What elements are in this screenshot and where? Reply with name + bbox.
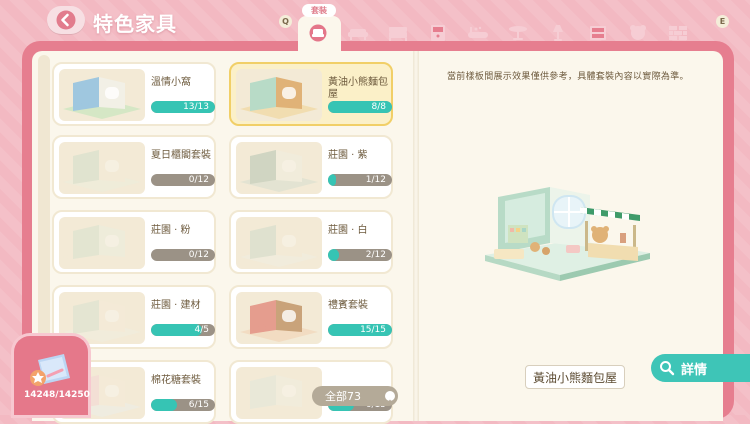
wall-tile-icon: [669, 26, 687, 40]
suit-thumbnail: [236, 142, 322, 194]
tab-cabinet[interactable]: [418, 18, 458, 48]
suit-thumbnail: [236, 217, 322, 269]
bed-icon: [389, 27, 407, 41]
filter-label: 全部73: [325, 390, 361, 403]
suit-progress-bar: 13/13: [151, 101, 215, 113]
tab-tv-cabinet[interactable]: [578, 18, 618, 48]
furniture-tag-icon: [30, 354, 70, 386]
suit-thumbnail: [59, 217, 145, 269]
tab-round-table[interactable]: [498, 18, 538, 48]
suit-card-name: 莊園 · 粉: [151, 225, 191, 236]
suit-progress-bar: 1/12: [328, 174, 392, 186]
suit-card[interactable]: 黃油小熊麵包屋 8/8: [229, 62, 393, 126]
key-hint-e: E: [716, 15, 729, 28]
back-button[interactable]: [47, 6, 85, 34]
suit-card[interactable]: 莊園 · 紫 1/12: [229, 135, 393, 199]
collection-counter-value: 14248/14250: [24, 390, 90, 400]
cabinet-icon: [431, 25, 445, 41]
preview-note: 當前樣板間展示效果僅供參考，具體套裝內容以實際為準。: [447, 72, 689, 82]
filter-arrow-icon: [385, 391, 395, 403]
suit-card-name: 棉花糖套裝: [151, 375, 201, 386]
suit-thumbnail: [236, 69, 322, 121]
suit-progress-bar: 0/12: [151, 174, 215, 186]
tab-suit-set[interactable]: [298, 18, 338, 48]
key-hint-q: Q: [279, 15, 292, 28]
suit-progress-count: 0/12: [188, 175, 209, 185]
tab-bed[interactable]: [378, 18, 418, 48]
tab-bathtub[interactable]: [458, 18, 498, 48]
suit-card-name: 莊園 · 白: [328, 225, 368, 236]
suit-card[interactable]: 禮賓套裝 15/15: [229, 285, 393, 349]
bathtub-icon: [468, 26, 488, 38]
tv-cabinet-icon: [590, 26, 606, 40]
suit-progress-bar: 15/15: [328, 324, 392, 336]
suit-progress-fill: [328, 174, 336, 186]
suit-progress-count: 6/15: [188, 400, 209, 410]
detail-button-label: 詳情: [681, 362, 708, 378]
suit-card[interactable]: 溫情小窩 13/13: [52, 62, 216, 126]
page-title: 特色家具: [93, 12, 177, 36]
suit-progress-bar: 4/5: [151, 324, 215, 336]
suit-card-name: 莊園 · 紫: [328, 150, 368, 161]
suit-thumbnail: [59, 69, 145, 121]
suit-progress-fill: [151, 399, 177, 411]
suit-progress-fill: [328, 249, 339, 261]
suit-preview-image: [485, 187, 650, 281]
suit-progress-count: 1/12: [365, 175, 386, 185]
tab-wall-tile[interactable]: [658, 18, 698, 48]
sofa-icon: [348, 29, 368, 40]
back-arrow-icon: [56, 10, 76, 30]
suit-progress-count: 4/5: [194, 325, 209, 335]
suit-card[interactable]: 莊園 · 白 2/12: [229, 210, 393, 274]
round-table-icon: [509, 26, 527, 40]
suit-thumbnail: [236, 367, 322, 419]
suit-card-name: 黃油小熊麵包屋: [328, 77, 388, 100]
suit-set-icon: [309, 24, 327, 42]
suit-card-name: 夏日櫃閣套裝: [151, 150, 211, 161]
collection-counter-panel: [14, 336, 88, 415]
lamp-icon: [553, 25, 563, 41]
teddy-bear-icon: [630, 25, 646, 40]
suit-progress-count: 13/13: [183, 102, 209, 112]
suit-thumbnail: [59, 142, 145, 194]
suit-card-name: 溫情小窩: [151, 77, 191, 88]
suit-progress-bar: 2/12: [328, 249, 392, 261]
suit-progress-bar: 0/12: [151, 249, 215, 261]
suit-progress-bar: 6/15: [151, 399, 215, 411]
category-tabs: [298, 18, 698, 48]
tab-sofa[interactable]: [338, 18, 378, 48]
suit-card-name: 禮賓套裝: [328, 300, 368, 311]
detail-button[interactable]: 詳情: [651, 354, 750, 382]
suit-progress-count: 0/12: [188, 250, 209, 260]
tab-teddy-bear[interactable]: [618, 18, 658, 48]
suit-card-name: 莊園 · 建材: [151, 300, 201, 311]
book-spine: [413, 51, 419, 421]
tab-active-label: 套裝: [302, 4, 336, 17]
tab-lamp[interactable]: [538, 18, 578, 48]
suit-progress-count: 15/15: [360, 325, 386, 335]
suit-progress-bar: 8/8: [328, 101, 392, 113]
suit-progress-count: 2/12: [365, 250, 386, 260]
suit-name-label: 黃油小熊麵包屋: [525, 365, 626, 389]
suit-card[interactable]: 夏日櫃閣套裝 0/12: [52, 135, 216, 199]
suit-thumbnail: [236, 292, 322, 344]
suit-progress-count: 8/8: [371, 102, 386, 112]
suit-card[interactable]: 莊園 · 粉 0/12: [52, 210, 216, 274]
search-icon: [660, 361, 675, 376]
